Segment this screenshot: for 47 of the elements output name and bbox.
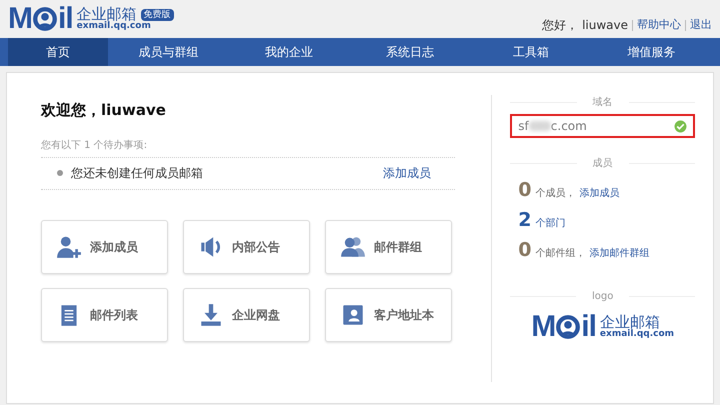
nav-tab[interactable]: 首页	[8, 38, 108, 66]
stat-text: 个邮件组，	[536, 246, 586, 261]
section-heading: 域名	[592, 96, 613, 110]
edition-badge: 免费版	[140, 8, 174, 20]
redaction-blur	[528, 121, 551, 131]
shortcut-button[interactable]: 客户地址本	[325, 288, 452, 342]
nav-tab[interactable]: 增值服务	[591, 38, 712, 66]
nav-tab[interactable]: 成员与群组	[108, 38, 229, 66]
stat-count: 2	[518, 211, 532, 230]
stat-count: 0	[518, 181, 532, 200]
stat-count: 0	[518, 241, 532, 260]
logo-letter: M	[531, 312, 556, 342]
stat-link[interactable]: 添加成员	[580, 186, 620, 201]
shortcut-button[interactable]: 内部公告	[183, 220, 310, 274]
header-link[interactable]: 帮助中心	[637, 16, 681, 34]
nav-tab[interactable]: 工具箱	[470, 38, 592, 66]
todo-text: 您还未创建任何成员邮箱	[71, 165, 204, 182]
todo-intro: 您有以下 1 个待办事项:	[41, 138, 148, 152]
section-heading: 成员	[592, 156, 613, 171]
logo-title: 企业邮箱	[76, 6, 137, 22]
nav-tab[interactable]: 我的企业	[228, 38, 350, 66]
nav-tab[interactable]: 系统日志	[350, 38, 470, 66]
domain-text: c.com	[550, 118, 587, 135]
add-user-icon	[56, 234, 82, 260]
stat-link[interactable]: 添加邮件群组	[590, 246, 650, 261]
stat-text: 个成员，	[536, 186, 576, 201]
domain-text: sf	[518, 118, 529, 135]
logo-letter: il	[58, 4, 73, 34]
username-text: liuwave	[582, 17, 628, 34]
logo-ring-icon	[555, 314, 582, 340]
logo-domain: exmail.qq.com	[76, 22, 152, 32]
section-heading: logo	[592, 290, 614, 304]
logo-ring-icon	[32, 6, 58, 32]
shortcut-button[interactable]: 添加成员	[41, 220, 168, 274]
shortcut-button[interactable]: 邮件群组	[325, 220, 452, 274]
add-member-link[interactable]: 添加成员	[383, 164, 431, 182]
header-link[interactable]: 退出	[690, 16, 712, 34]
logo-domain: exmail.qq.com	[600, 330, 674, 340]
logo-letter: il	[581, 312, 596, 342]
greeting-text: 您好，	[542, 17, 578, 34]
shortcut-button[interactable]: 邮件列表	[41, 288, 168, 342]
stat-link[interactable]: 个部门	[536, 216, 566, 231]
bullet-icon	[57, 170, 63, 176]
welcome-title: 欢迎您，liuwave	[41, 100, 167, 121]
shortcut-button[interactable]: 企业网盘	[183, 288, 310, 342]
logo-title: 企业邮箱	[600, 314, 660, 330]
logo-letter: M	[8, 4, 32, 34]
